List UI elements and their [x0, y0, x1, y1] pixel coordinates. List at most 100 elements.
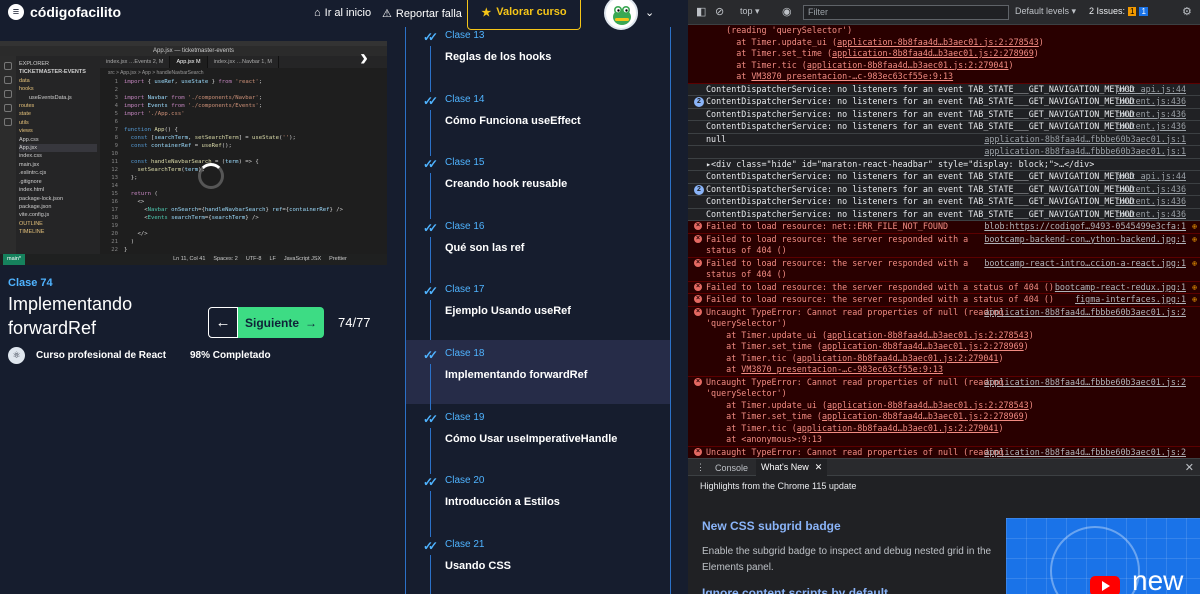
- error-icon: ×: [694, 282, 702, 291]
- console-error-row[interactable]: × Uncaught TypeError: Cannot read propert…: [688, 446, 1200, 458]
- class-item[interactable]: ✓✓ Clase 16 Qué son las ref: [406, 213, 670, 283]
- console-log-row[interactable]: 2 ContentDispatcherService: no listeners …: [688, 96, 1200, 109]
- error-icon: ×: [694, 307, 702, 316]
- close-tab-icon[interactable]: ✕: [815, 462, 823, 472]
- rate-course-label: Valorar curso: [496, 6, 567, 18]
- video-editor-tabs: index.jsx …Events 2, M App.jsx M index.j…: [100, 56, 387, 68]
- rate-course-button[interactable]: ★ Valorar curso: [467, 0, 581, 30]
- explorer-item: index.css: [19, 153, 42, 160]
- logo-text: códigofacilito: [30, 4, 121, 20]
- console-error-row[interactable]: × Uncaught TypeError: Cannot read propert…: [688, 306, 1200, 377]
- close-drawer-icon[interactable]: ✕: [1185, 461, 1194, 474]
- explorer-item: index.html: [19, 187, 45, 194]
- report-bug-link[interactable]: ⚠ Reportar falla: [382, 7, 462, 21]
- course-name[interactable]: Curso profesional de React: [36, 350, 166, 361]
- class-item[interactable]: ✓✓ Clase 20 Introducción a Estilos: [406, 467, 670, 538]
- tab-console[interactable]: Console: [715, 463, 748, 473]
- console-log-row[interactable]: ▸<div class="hide" id="maraton-react-hea…: [688, 158, 1200, 171]
- site-logo[interactable]: ≡ códigofacilito: [8, 4, 121, 20]
- thumbnail-new-text: new: [1132, 565, 1184, 594]
- issues-counter[interactable]: 2 Issues: 1 1: [1089, 6, 1148, 16]
- console-log-row[interactable]: ContentDispatcherService: no listeners f…: [688, 121, 1200, 134]
- console-log-row[interactable]: null application-8b8faa4d…fbbbe60b3aec01.…: [688, 133, 1200, 146]
- subgrid-badge-description: Enable the subgrid badge to inspect and …: [702, 546, 992, 573]
- explorer-item: App.jsx: [19, 144, 97, 153]
- class-item[interactable]: ✓✓ Clase 21 Usando CSS: [406, 531, 670, 594]
- double-check-icon: ✓✓: [423, 475, 438, 490]
- chevron-down-icon[interactable]: ⌄: [645, 6, 654, 19]
- user-avatar[interactable]: [604, 0, 638, 30]
- class-item[interactable]: ✓✓ Clase 13 Reglas de los hooks: [406, 27, 670, 92]
- previous-lesson-button[interactable]: ←: [208, 307, 238, 338]
- log-levels-label: Default levels: [1015, 6, 1070, 16]
- video-next-chevron-icon[interactable]: ›: [360, 44, 368, 72]
- double-check-icon: ✓✓: [423, 538, 438, 553]
- web-page: ≡ códigofacilito ⌂ Ir al inicio ⚠ Report…: [0, 0, 688, 594]
- console-error-row[interactable]: × Failed to load resource: the server res…: [688, 294, 1200, 307]
- explorer-item: data: [19, 77, 30, 84]
- settings-gear-icon[interactable]: ⚙: [1182, 5, 1192, 18]
- sidebar-toggle-icon[interactable]: ◧: [696, 5, 706, 18]
- console-log-row[interactable]: ContentDispatcherService: no listeners f…: [688, 108, 1200, 121]
- class-item[interactable]: ✓✓ Clase 17 Ejemplo Usando useRef: [406, 276, 670, 347]
- console-filter-input[interactable]: Filter: [803, 5, 1009, 20]
- console-log-row[interactable]: 2 ContentDispatcherService: no listeners …: [688, 183, 1200, 196]
- network-icon: ⊕: [1192, 295, 1197, 304]
- class-number: Clase 15: [445, 157, 485, 169]
- console-error-row[interactable]: × Uncaught TypeError: Cannot read propert…: [688, 376, 1200, 447]
- editor-tab: index.jsx …Events 2, M: [100, 56, 171, 68]
- error-icon: ×: [694, 447, 702, 456]
- gator-mascot-icon: [613, 6, 631, 25]
- arrow-left-icon: ←: [215, 314, 231, 331]
- console-error-row[interactable]: × Failed to load resource: the server res…: [688, 281, 1200, 294]
- class-item[interactable]: ✓✓ Clase 14 Cómo Funciona useEffect: [406, 86, 670, 156]
- console-log-row[interactable]: ContentDispatcherService: no listeners f…: [688, 208, 1200, 221]
- console-log-row[interactable]: ContentDispatcherService: no listeners f…: [688, 83, 1200, 96]
- class-item[interactable]: ✓✓ Clase 19 Cómo Usar useImperativeHandle: [406, 404, 670, 474]
- class-name: Usando CSS: [445, 559, 512, 572]
- report-bug-label: Reportar falla: [395, 7, 462, 20]
- whats-new-video-thumbnail[interactable]: new: [1006, 518, 1200, 594]
- double-check-icon: ✓✓: [423, 30, 438, 44]
- class-number: Clase 17: [445, 284, 485, 296]
- console-log-row[interactable]: ContentDispatcherService: no listeners f…: [688, 171, 1200, 184]
- console-error-row[interactable]: (reading 'querySelector') at Timer.updat…: [688, 25, 1200, 84]
- issues-warning-badge: 1: [1128, 7, 1137, 16]
- whats-new-panel: Highlights from the Chrome 115 update Ne…: [688, 476, 1200, 594]
- more-tabs-icon[interactable]: ⋮: [696, 462, 705, 473]
- course-progress: 98% Completado: [190, 350, 271, 361]
- git-icon: [4, 90, 12, 98]
- clear-console-icon[interactable]: ⊘: [715, 5, 724, 18]
- explorer-item: routes: [19, 103, 35, 110]
- double-check-icon: ✓✓: [423, 411, 438, 426]
- console-messages[interactable]: (reading 'querySelector') at Timer.updat…: [688, 25, 1200, 458]
- console-error-row[interactable]: × Failed to load resource: the server res…: [688, 233, 1200, 258]
- ignore-content-scripts-link[interactable]: Ignore content scripts by default: [702, 586, 888, 594]
- class-item-active[interactable]: ✓✓ Clase 18 Implementando forwardRef: [406, 340, 670, 410]
- home-link[interactable]: ⌂ Ir al inicio: [314, 7, 371, 19]
- next-lesson-button[interactable]: Siguiente →: [238, 307, 324, 338]
- tab-whats-new[interactable]: What's New ✕: [756, 459, 828, 476]
- star-icon: ★: [481, 6, 492, 19]
- console-error-row[interactable]: × Failed to load resource: the server res…: [688, 257, 1200, 282]
- class-number: Clase 21: [445, 538, 485, 550]
- class-name: Cómo Usar useImperativeHandle: [445, 432, 618, 445]
- subgrid-badge-link[interactable]: New CSS subgrid badge: [702, 519, 841, 533]
- files-icon: [4, 62, 12, 70]
- console-log-row[interactable]: ContentDispatcherService: no listeners f…: [688, 196, 1200, 209]
- explorer-item: .eslintrc.cjs: [19, 170, 47, 177]
- context-select[interactable]: top ▾: [740, 6, 760, 17]
- video-player[interactable]: App.jsx — ticketmaster-events EXPLORER T…: [0, 41, 387, 265]
- whats-new-heading: Highlights from the Chrome 115 update: [700, 481, 857, 491]
- logo-icon: ≡: [8, 4, 24, 20]
- video-explorer: EXPLORER TICKETMASTER-EVENTS data hooks us…: [16, 56, 100, 254]
- explorer-header: EXPLORER: [19, 61, 49, 67]
- console-error-row[interactable]: × Failed to load resource: net::ERR_FILE_…: [688, 221, 1200, 234]
- log-levels-dropdown[interactable]: Default levels ▾: [1015, 6, 1076, 17]
- video-window-title: App.jsx — ticketmaster-events: [0, 46, 387, 56]
- console-log-row[interactable]: application-8b8faa4d…fbbbe60b3aec01.js:1: [688, 146, 1200, 159]
- eye-icon[interactable]: ◉: [782, 5, 792, 18]
- class-number: Clase 13: [445, 30, 485, 41]
- class-name: Cómo Funciona useEffect: [445, 114, 581, 127]
- class-item[interactable]: ✓✓ Clase 15 Creando hook reusable: [406, 149, 670, 220]
